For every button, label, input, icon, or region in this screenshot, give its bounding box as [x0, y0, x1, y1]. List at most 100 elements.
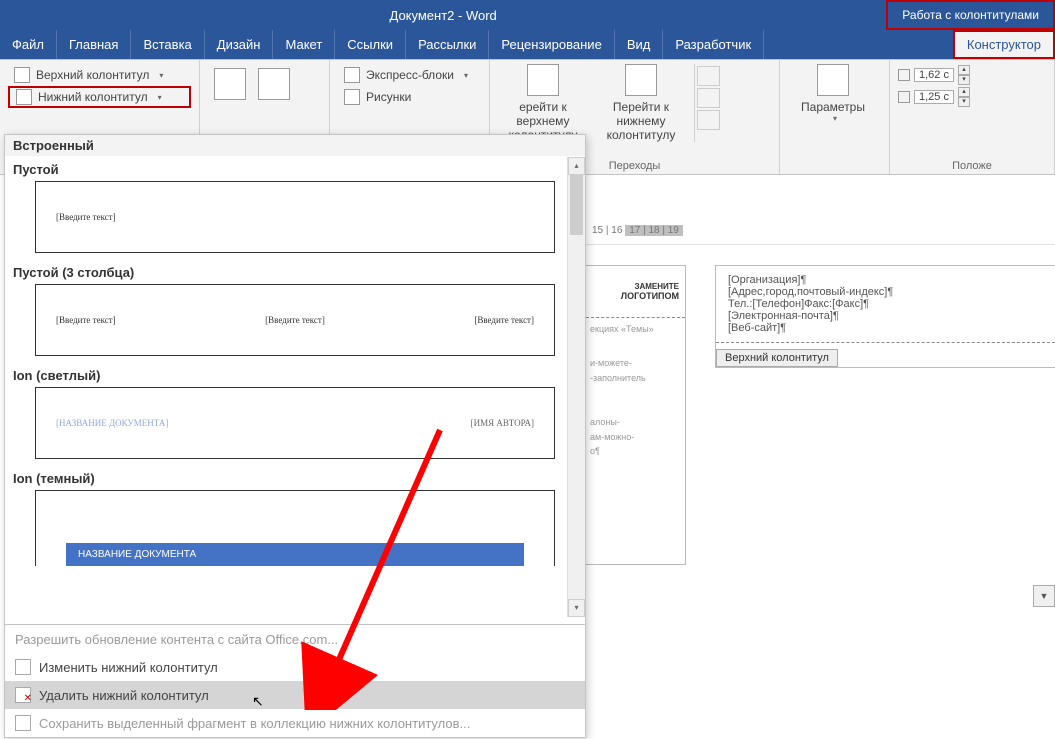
next-section-button[interactable]: [697, 88, 720, 108]
chevron-down-icon: ▾: [833, 114, 837, 123]
gallery-section-builtin: Встроенный: [5, 135, 585, 156]
quick-parts-label: Экспресс-блоки: [366, 68, 454, 82]
header-dropdown-label: Верхний колонтитул: [36, 68, 149, 82]
prev-section-button[interactable]: [697, 66, 720, 86]
footer-position-icon: [898, 91, 910, 103]
placeholder-text: [Введите текст]: [56, 315, 116, 325]
tab-review[interactable]: Рецензирование: [489, 30, 614, 59]
document-area: 15 | 16 17 | 18 | 19 ЗАМЕНИТЕ ЛОГОТИПОМ …: [586, 175, 1055, 739]
footer-dropdown[interactable]: Нижний колонтитул ▾: [8, 86, 191, 108]
spin-down-icon[interactable]: ▾: [958, 75, 970, 85]
pictures-button[interactable]: Рисунки: [338, 86, 481, 108]
menu-save-selection: Сохранить выделенный фрагмент в коллекци…: [5, 709, 585, 737]
gallery-item-ion-light[interactable]: [НАЗВАНИЕ ДОКУМЕНТА] [ИМЯ АВТОРА]: [35, 387, 555, 459]
scroll-up-icon[interactable]: ▴: [568, 157, 585, 175]
save-selection-icon: [15, 715, 31, 731]
placeholder-text: [Введите текст]: [474, 315, 534, 325]
ribbon-group-options: Параметры ▾: [780, 60, 890, 174]
gallery-item-empty[interactable]: [Введите текст]: [35, 181, 555, 253]
pictures-label: Рисунки: [366, 90, 411, 104]
menu-office-update: Разрешить обновление контента с сайта Of…: [5, 625, 585, 653]
options-button[interactable]: Параметры ▾: [788, 64, 878, 123]
page-left-fragment: ЗАМЕНИТЕ ЛОГОТИПОМ екциях «Темы» и-может…: [586, 265, 686, 565]
goto-footer-icon: [625, 64, 657, 96]
tab-insert[interactable]: Вставка: [131, 30, 204, 59]
gallery-item-empty3-title: Пустой (3 столбца): [5, 259, 585, 282]
ruler-segment-light: 15 | 16: [592, 225, 622, 236]
spin-up-icon[interactable]: ▴: [958, 65, 970, 75]
ribbon-group-position: 1,62 с ▴▾ 1,25 с ▴▾ Положе: [890, 60, 1055, 174]
logo-placeholder[interactable]: ЗАМЕНИТЕ ЛОГОТИПОМ: [586, 266, 685, 318]
tab-mailings[interactable]: Рассылки: [406, 30, 489, 59]
gallery-item-ion-dark-title: Ion (темный): [5, 465, 585, 488]
header-from-top-spinner[interactable]: 1,62 с ▴▾: [898, 64, 1046, 86]
goto-header-button[interactable]: ерейти к верхнему колонтитулу: [498, 64, 588, 142]
scrollbar-thumb[interactable]: [570, 175, 583, 235]
scroll-down-icon[interactable]: ▾: [568, 599, 585, 617]
header-dropdown[interactable]: Верхний колонтитул ▾: [8, 64, 191, 86]
tab-file[interactable]: Файл: [0, 30, 57, 59]
goto-footer-button[interactable]: Перейти к нижнему колонтитулу: [596, 64, 686, 142]
placeholder-doc-title: [НАЗВАНИЕ ДОКУМЕНТА]: [56, 418, 168, 428]
footer-from-bottom-value[interactable]: 1,25 с: [914, 90, 954, 104]
goto-header-icon: [527, 64, 559, 96]
options-label: Параметры: [801, 100, 865, 114]
date-icon[interactable]: [214, 68, 246, 100]
placeholder-text: [Введите текст]: [265, 315, 325, 325]
gallery-item-ion-light-title: Ion (светлый): [5, 362, 585, 385]
menu-office-update-label: Разрешить обновление контента с сайта Of…: [15, 632, 338, 647]
contextual-tool-group-label: Работа с колонтитулами: [888, 8, 1053, 22]
tab-constructor[interactable]: Конструктор: [953, 30, 1055, 59]
tab-developer[interactable]: Разработчик: [663, 30, 764, 59]
menu-remove-footer-label: Удалить нижний колонтитул: [39, 688, 209, 703]
scroll-down-button[interactable]: ▼: [1033, 585, 1055, 607]
goto-footer-label: Перейти к нижнему колонтитулу: [596, 100, 686, 142]
menu-edit-footer-label: Изменить нижний колонтитул: [39, 660, 218, 675]
header-icon: [14, 67, 30, 83]
body-text-fragment: екциях «Темы» и-можете- -заполнитель ало…: [586, 318, 685, 462]
quick-parts-button[interactable]: Экспресс-блоки ▾: [338, 64, 481, 86]
spin-up-icon[interactable]: ▴: [958, 87, 970, 97]
link-previous-button[interactable]: [697, 110, 720, 130]
footer-gallery-panel: Встроенный Пустой [Введите текст] Пустой…: [4, 134, 586, 738]
header-from-top-value[interactable]: 1,62 с: [914, 68, 954, 82]
gallery-scrollbar[interactable]: ▴ ▾: [567, 157, 585, 617]
gallery-item-ion-dark[interactable]: НАЗВАНИЕ ДОКУМЕНТА: [35, 490, 555, 566]
gallery-item-empty-title: Пустой: [5, 156, 585, 179]
header-position-icon: [898, 69, 910, 81]
chevron-down-icon: ▾: [159, 71, 163, 80]
placeholder-author: [ИМЯ АВТОРА]: [471, 418, 534, 428]
edit-footer-icon: [15, 659, 31, 675]
position-group-label: Положе: [890, 160, 1054, 172]
tab-view[interactable]: Вид: [615, 30, 664, 59]
menu-remove-footer[interactable]: Удалить нижний колонтитул: [5, 681, 585, 709]
window-title: Документ2 - Word: [0, 8, 886, 23]
gallery-bottom-menu: Разрешить обновление контента с сайта Of…: [5, 624, 585, 737]
tab-references[interactable]: Ссылки: [335, 30, 406, 59]
tab-design[interactable]: Дизайн: [205, 30, 274, 59]
gallery-item-empty3[interactable]: [Введите текст] [Введите текст] [Введите…: [35, 284, 555, 356]
contextual-tool-group-highlight: Работа с колонтитулами: [886, 0, 1055, 30]
options-icon: [817, 64, 849, 96]
header-section-tag: Верхний колонтитул: [716, 349, 838, 367]
footer-from-bottom-spinner[interactable]: 1,25 с ▴▾: [898, 86, 1046, 108]
menu-edit-footer[interactable]: Изменить нижний колонтитул: [5, 653, 585, 681]
footer-dropdown-label: Нижний колонтитул: [38, 90, 148, 104]
tab-home[interactable]: Главная: [57, 30, 131, 59]
ribbon-tabs: Файл Главная Вставка Дизайн Макет Ссылки…: [0, 30, 1055, 60]
chevron-down-icon: ▾: [158, 93, 162, 102]
spin-down-icon[interactable]: ▾: [958, 97, 970, 107]
title-bar: Документ2 - Word Работа с колонтитулами: [0, 0, 1055, 30]
ion-dark-band: НАЗВАНИЕ ДОКУМЕНТА: [66, 521, 524, 566]
page-right-fragment: [Организация]¶ [Адрес,город,почтовый-инд…: [715, 265, 1055, 368]
chevron-down-icon: ▾: [464, 71, 468, 80]
nav-link-buttons: [694, 64, 722, 142]
placeholder-text: [Введите текст]: [56, 212, 116, 222]
remove-footer-icon: [15, 687, 31, 703]
header-content-right[interactable]: [Организация]¶ [Адрес,город,почтовый-инд…: [716, 266, 1055, 343]
menu-save-selection-label: Сохранить выделенный фрагмент в коллекци…: [39, 716, 470, 731]
ruler-segment-dark: 17 | 18 | 19: [625, 225, 683, 236]
horizontal-ruler[interactable]: 15 | 16 17 | 18 | 19: [586, 225, 1055, 245]
tab-layout[interactable]: Макет: [273, 30, 335, 59]
doc-info-icon[interactable]: [258, 68, 290, 100]
